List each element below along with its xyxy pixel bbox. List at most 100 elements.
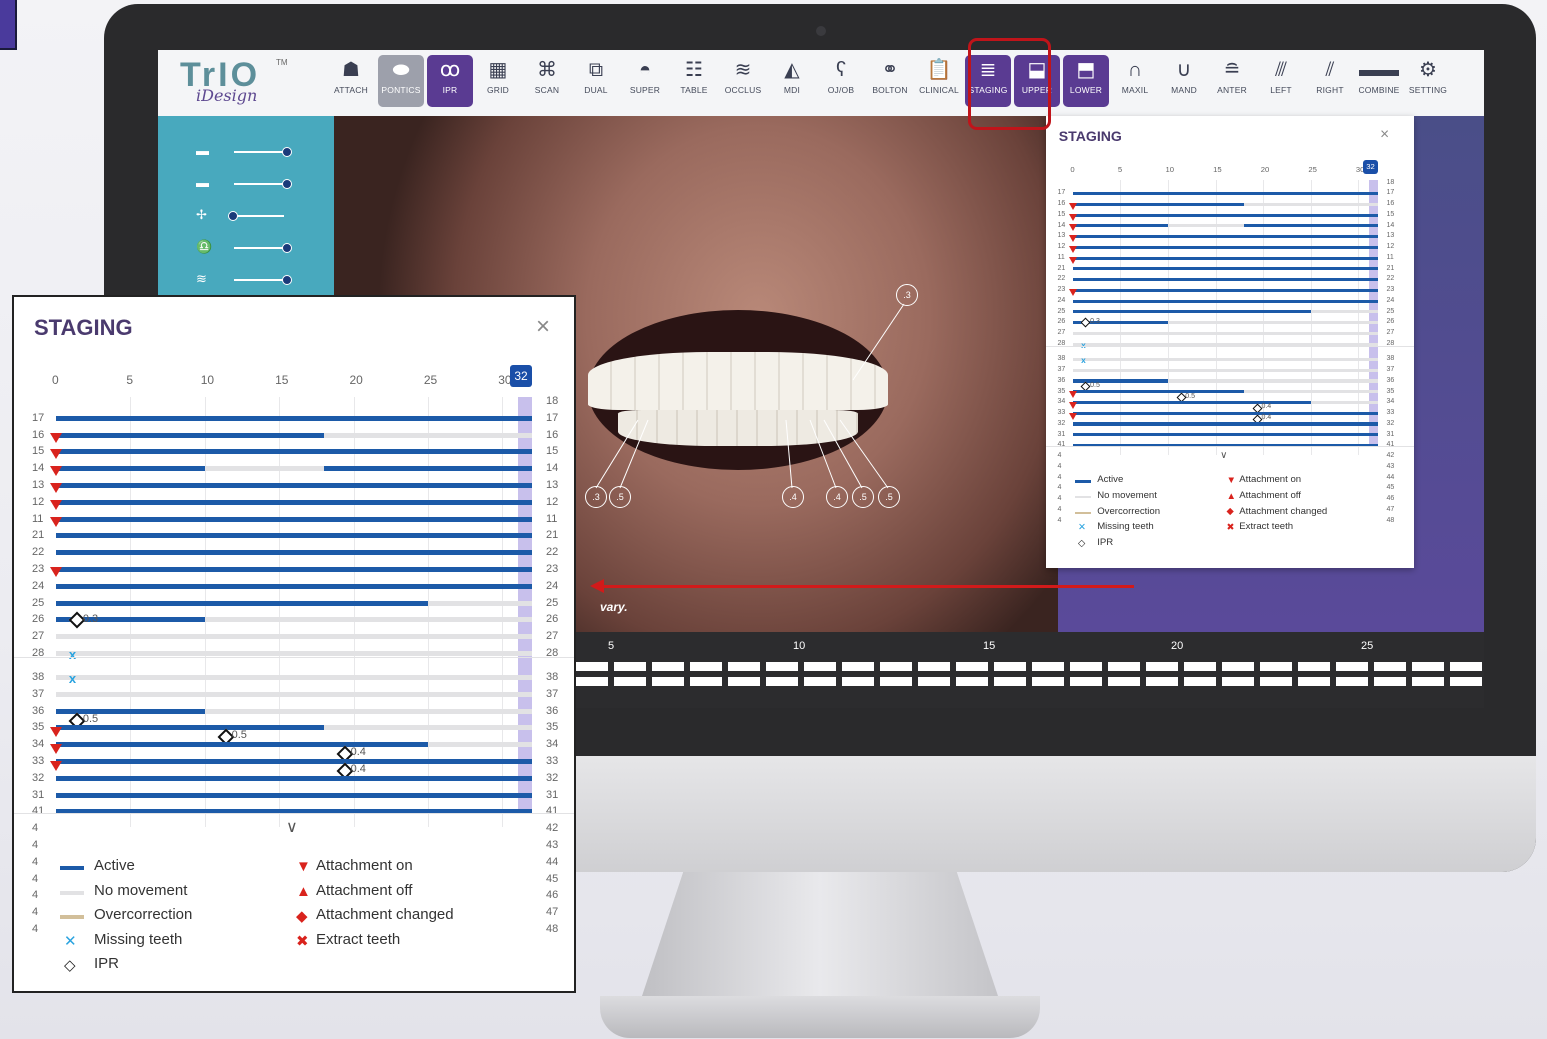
active-bar[interactable]	[56, 516, 532, 522]
active-bar[interactable]	[56, 533, 532, 539]
active-bar[interactable]	[1072, 192, 1378, 196]
active-bar[interactable]	[1072, 278, 1378, 282]
active-bar[interactable]	[1072, 433, 1378, 437]
tooth-number-left: 4	[32, 923, 39, 935]
active-bar[interactable]	[1072, 213, 1378, 217]
toolbar-button-pontics[interactable]: ⬬ PONTICS	[378, 55, 424, 107]
toolbar-button-clinical[interactable]: 📋 CLINICAL	[916, 55, 962, 107]
close-button[interactable]: ×	[536, 313, 550, 341]
active-bar[interactable]	[1072, 299, 1378, 303]
current-stage-badge[interactable]: 32	[1363, 159, 1378, 174]
active-bar[interactable]	[1072, 411, 1378, 415]
toolbar-button-anter[interactable]: ≘ ANTER	[1209, 55, 1255, 107]
expand-chevron[interactable]: ∨	[1220, 449, 1228, 461]
current-stage-badge[interactable]: 32	[510, 365, 532, 387]
toolbar-button-mdi[interactable]: ◭ MDI	[769, 55, 815, 107]
upper-opacity-slider[interactable]: ▬	[196, 143, 292, 160]
active-bar[interactable]	[56, 483, 532, 488]
tooth-number-right: 22	[1386, 275, 1395, 283]
active-bar[interactable]	[56, 792, 532, 798]
attachment-opacity-slider[interactable]: ✢	[196, 208, 286, 224]
tooth-number-left: 16	[32, 428, 45, 441]
active-bar[interactable]	[1072, 235, 1378, 239]
corner-tab	[0, 0, 17, 50]
ipr-value: 0.4	[350, 763, 366, 775]
toolbar-button-scan[interactable]: ⌘ SCAN	[524, 55, 570, 107]
toolbar-button-label: TABLE	[680, 85, 708, 95]
active-bar[interactable]	[56, 550, 532, 556]
active-bar[interactable]	[1072, 400, 1311, 405]
active-bar[interactable]	[56, 725, 324, 731]
active-bar[interactable]	[1072, 390, 1245, 394]
toolbar-button-ojob[interactable]: ʕ OJ/OB	[818, 55, 864, 107]
active-bar[interactable]	[1244, 224, 1378, 228]
active-bar[interactable]	[56, 600, 428, 606]
toolbar-button-lower[interactable]: ⬒ LOWER	[1063, 55, 1109, 107]
tooth-opacity-slider[interactable]: ♎	[196, 240, 292, 256]
tooth-number-left: 26	[1057, 318, 1066, 326]
active-bar[interactable]	[1072, 245, 1378, 249]
active-bar[interactable]	[56, 583, 532, 589]
active-bar[interactable]	[56, 759, 532, 764]
legend-ipr-icon: ◇	[1078, 537, 1086, 549]
tooth-number-right: 34	[1386, 398, 1395, 406]
toolbar-button-occlus[interactable]: ≋ OCCLUS	[720, 55, 766, 107]
tooth-number-right: 31	[546, 788, 559, 801]
active-bar[interactable]	[323, 466, 532, 472]
active-bar[interactable]	[1072, 202, 1245, 206]
lower-opacity-slider[interactable]: ▬	[196, 176, 292, 192]
toolbar-button-combine[interactable]: ▬▬ COMBINE	[1356, 55, 1402, 107]
tooth-number-right: 47	[546, 906, 559, 919]
active-bar[interactable]	[1072, 256, 1378, 260]
active-bar[interactable]	[56, 432, 324, 438]
timeline-tick: 20	[1171, 640, 1184, 652]
toolbar-button-attach[interactable]: ☗ ATTACH	[328, 55, 374, 107]
stage-axis-label: 0	[1070, 164, 1075, 174]
tooth-number-left: 38	[1057, 355, 1066, 363]
active-bar[interactable]	[1072, 422, 1378, 426]
toolbar-button-table[interactable]: ☷ TABLE	[671, 55, 717, 107]
active-bar[interactable]	[56, 466, 205, 472]
expand-chevron[interactable]: ∨	[286, 817, 298, 837]
legend-attachment-changed-icon: ◆	[296, 908, 308, 925]
active-bar[interactable]	[56, 449, 532, 455]
toolbar-button-label: SUPER	[629, 85, 661, 95]
active-bar[interactable]	[1072, 267, 1378, 271]
toolbar-button-right[interactable]: ⫽ RIGHT	[1307, 55, 1353, 107]
timeline-tick: 5	[608, 640, 615, 652]
tooth-number-left: 15	[32, 445, 45, 458]
stage-axis-label: 25	[1308, 164, 1317, 174]
active-bar[interactable]	[56, 499, 532, 505]
tooth-number-right: 36	[1386, 376, 1395, 384]
active-bar[interactable]	[1072, 310, 1311, 314]
active-bar[interactable]	[56, 775, 532, 781]
active-bar[interactable]	[1072, 224, 1169, 228]
legend-extract-teeth: Extract teeth	[1239, 521, 1294, 533]
toolbar-button-setting[interactable]: ⚙ SETTING	[1405, 55, 1451, 107]
toolbar-button-ipr[interactable]: ꝏ IPR	[427, 55, 473, 107]
tooth-number-right: 21	[546, 529, 559, 542]
active-bar[interactable]	[56, 742, 428, 748]
section-divider	[1046, 346, 1414, 348]
toolbar-button-mand[interactable]: ∪ MAND	[1161, 55, 1207, 107]
gum-opacity-slider[interactable]: ≋	[196, 272, 292, 288]
toolbar-button-dual[interactable]: ⧉ DUAL	[573, 55, 619, 107]
tooth-number-left: 4	[1057, 516, 1062, 524]
toolbar-button-bolton[interactable]: ⚭ BOLTON	[867, 55, 913, 107]
toolbar-button-super[interactable]: ◓ SUPER	[622, 55, 668, 107]
toolbar-button-label: GRID	[486, 85, 510, 95]
attachment-on-marker	[50, 761, 62, 771]
toolbar-button-maxil[interactable]: ∩ MAXIL	[1112, 55, 1158, 107]
legend-extract-teeth: Extract teeth	[316, 930, 401, 948]
upper-jaw-icon: ▬	[196, 143, 209, 158]
toolbar-button-grid[interactable]: ▦ GRID	[475, 55, 521, 107]
stage-axis-label: 15	[275, 373, 289, 387]
active-bar[interactable]	[1072, 288, 1378, 292]
active-bar[interactable]	[56, 567, 532, 572]
close-button[interactable]: ×	[1380, 126, 1389, 144]
active-bar[interactable]	[1072, 379, 1169, 383]
tooth-number-right: 27	[1386, 329, 1395, 337]
active-bar[interactable]	[56, 415, 532, 421]
tooth-number-left: 4	[1057, 495, 1062, 503]
toolbar-button-left[interactable]: ⫻ LEFT	[1258, 55, 1304, 107]
